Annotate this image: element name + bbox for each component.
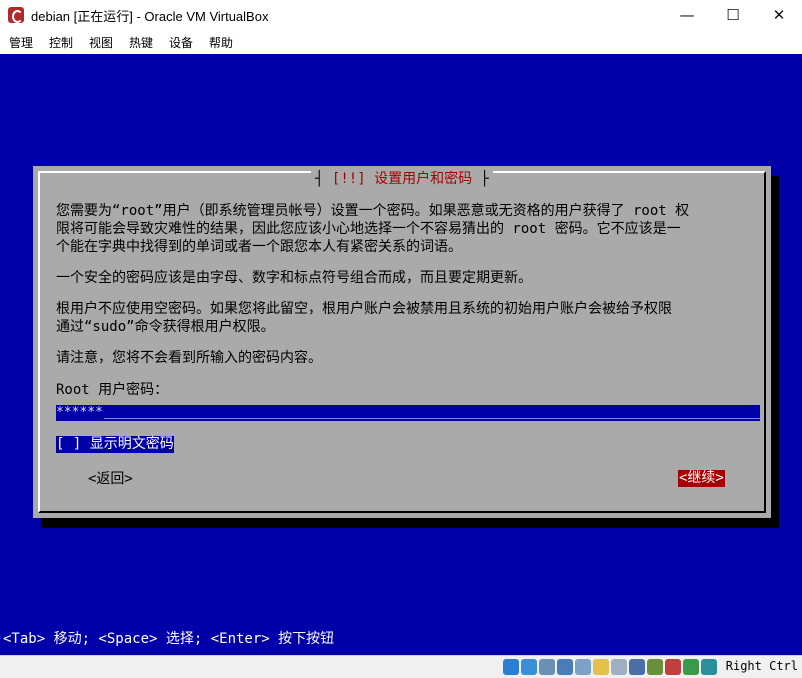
maximize-button[interactable]: ☐ — [710, 0, 756, 30]
empty-password-note-2: 通过“sudo”命令获得根用户权限。 — [56, 319, 275, 335]
host-key-label: Right Ctrl — [725, 659, 798, 673]
keyboard-help-line: <Tab> 移动; <Space> 选择; <Enter> 按下按钮 — [3, 631, 335, 647]
dialog-title: ┤ [!!] 设置用户和密码 ├ — [311, 171, 493, 187]
intro-line-3: 个能在字典中找得到的单词或者一个跟您本人有紧密关系的词语。 — [56, 239, 462, 255]
menu-bar: 管理 控制 视图 热键 设备 帮助 — [0, 30, 802, 55]
hidden-input-note: 请注意，您将不会看到所输入的密码内容。 — [56, 350, 322, 366]
empty-password-note-1: 根用户不应使用空密码。如果您将此留空，根用户账户会被禁用且系统的初始用户账户会被… — [56, 301, 672, 317]
menu-help[interactable]: 帮助 — [209, 34, 233, 51]
dialog-title-text: 设置用户和密码 — [374, 171, 473, 187]
status-icons — [503, 659, 717, 675]
dialog-title-marker: [!!] — [331, 171, 366, 187]
password-label: Root 用户密码： — [56, 382, 169, 398]
vm-screen[interactable]: ┤ [!!] 设置用户和密码 ├ 您需要为“root”用户（即系统管理员帐号）设… — [0, 54, 802, 655]
optical-drive-icon[interactable] — [521, 659, 537, 675]
menu-hotkeys[interactable]: 热键 — [129, 34, 153, 51]
guest-additions-icon[interactable] — [665, 659, 681, 675]
keyboard-capture-icon[interactable] — [701, 659, 717, 675]
close-button[interactable]: ✕ — [756, 0, 802, 30]
intro-line-2: 限将可能会导致灾难性的结果，因此您应该小心地选择一个不容易猜出的 root 密码… — [56, 221, 681, 237]
security-advice: 一个安全的密码应该是由字母、数字和标点符号组合而成，而且要定期更新。 — [56, 270, 532, 286]
menu-devices[interactable]: 设备 — [169, 34, 193, 51]
back-button[interactable]: <返回> — [88, 470, 133, 488]
status-bar: Right Ctrl — [0, 655, 802, 678]
root-password-input[interactable]: ****** — [56, 405, 760, 421]
dialog-frame: ┤ [!!] 设置用户和密码 ├ 您需要为“root”用户（即系统管理员帐号）设… — [38, 171, 766, 513]
virtualbox-app-icon — [8, 7, 24, 23]
display-icon[interactable] — [611, 659, 627, 675]
continue-button[interactable]: <继续> — [678, 470, 725, 487]
shared-folders-icon[interactable] — [593, 659, 609, 675]
audio-icon[interactable] — [539, 659, 555, 675]
menu-manage[interactable]: 管理 — [9, 34, 33, 51]
show-password-checkbox[interactable]: [ ] 显示明文密码 — [56, 436, 174, 453]
video-capture-icon[interactable] — [629, 659, 645, 675]
network-icon[interactable] — [557, 659, 573, 675]
menu-control[interactable]: 控制 — [49, 34, 73, 51]
intro-line-1: 您需要为“root”用户（即系统管理员帐号）设置一个密码。如果恶意或无资格的用户… — [56, 203, 690, 219]
title-bar: debian [正在运行] - Oracle VM VirtualBox — ☐… — [0, 0, 802, 30]
usb-icon[interactable] — [575, 659, 591, 675]
menu-view[interactable]: 视图 — [89, 34, 113, 51]
cpu-icon[interactable] — [647, 659, 663, 675]
minimize-button[interactable]: — — [664, 0, 710, 30]
window-title: debian [正在运行] - Oracle VM VirtualBox — [31, 9, 269, 24]
hard-disk-icon[interactable] — [503, 659, 519, 675]
mouse-integration-icon[interactable] — [683, 659, 699, 675]
installer-dialog: ┤ [!!] 设置用户和密码 ├ 您需要为“root”用户（即系统管理员帐号）设… — [33, 166, 771, 518]
